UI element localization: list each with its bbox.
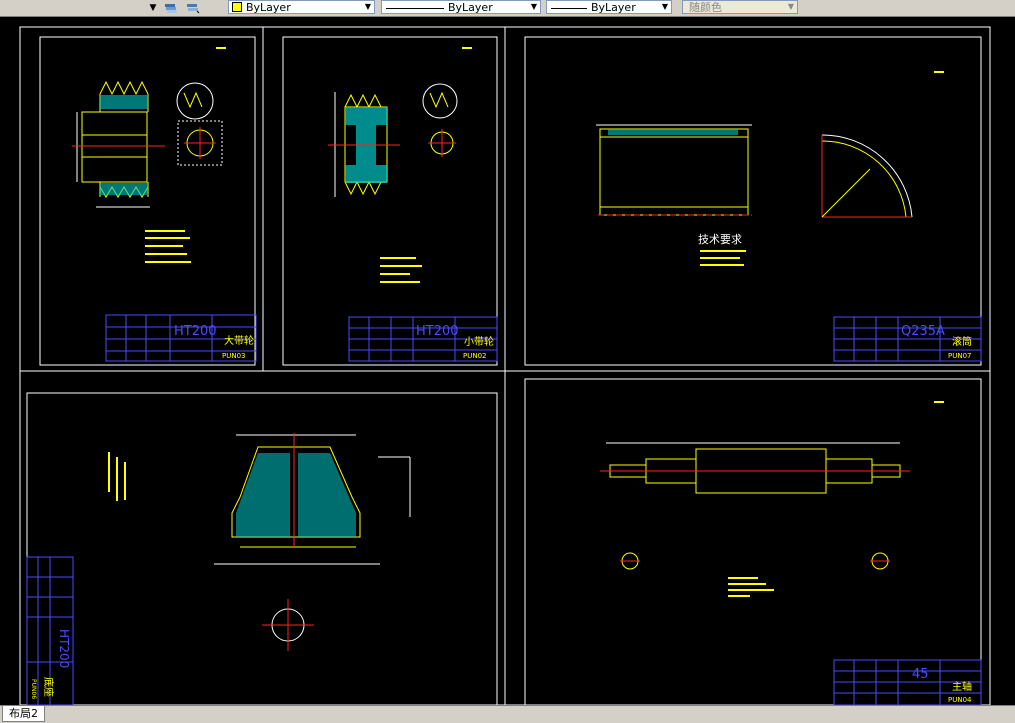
title-block-drawing-no: PUN07 [948,352,972,360]
title-block-part-name: 大带轮 [224,334,254,347]
title-block-drawing-no: PUN06 [30,679,37,699]
title-block-material: HT200 [174,324,217,339]
title-block-part-name: 滚筒 [952,335,972,348]
lineweight-control-combo[interactable]: ByLayer ▼ [546,0,672,14]
title-block-part-name: 小带轮 [464,335,494,348]
linetype-sample [386,7,444,9]
chevron-down-icon: ▼ [661,2,669,11]
color-swatch-icon [232,2,242,12]
linetype-control-combo[interactable]: ByLayer ▼ [381,0,541,14]
layout-tab-strip: 布局2 [0,705,1015,723]
title-block-drawing-no: PUN02 [463,352,487,360]
properties-toolbar: ▼ ByLayer ▼ ByLayer ▼ ByLayer ▼ 随颜色 ▼ [0,0,1015,17]
viewport-small-pulley[interactable]: HT200 小带轮 PUN02 [282,36,498,366]
layer-dropdown-arrow-icon[interactable]: ▼ [148,2,158,14]
lineweight-sample [551,7,587,9]
title-block-material: HT200 [57,629,71,668]
viewport-main-shaft[interactable]: 45 主轴 PUN04 [524,378,982,706]
plotstyle-control-combo: 随颜色 ▼ [682,0,798,14]
viewport-large-pulley[interactable]: HT200 大带轮 PUN03 [39,36,257,366]
title-block-drawing-no: PUN03 [222,352,246,360]
viewport-base[interactable]: HT200 底座 PUN06 [26,392,498,706]
title-block-part-name: 主轴 [952,680,972,693]
title-block-part-name: 底座 [42,677,55,697]
layer-states-icon[interactable] [164,2,178,14]
color-control-combo[interactable]: ByLayer ▼ [228,0,375,14]
technical-requirements-title: 技术要求 [698,233,742,246]
chevron-down-icon: ▼ [787,2,795,11]
viewport-drum[interactable]: 技术要求 Q235A 滚筒 PUN07 [524,36,982,366]
title-block-material: Q235A [901,324,945,339]
title-block-material: HT200 [416,324,459,339]
tab-layout2[interactable]: 布局2 [2,706,45,722]
title-block-drawing-no: PUN04 [948,696,972,704]
drawing-area[interactable]: HT200 大带轮 PUN03 HT200 小带轮 PUN02 技术要求 Q23… [0,17,1015,706]
layer-previous-icon[interactable] [186,2,200,14]
chevron-down-icon: ▼ [364,2,372,11]
title-block-material: 45 [912,667,929,682]
chevron-down-icon: ▼ [530,2,538,11]
